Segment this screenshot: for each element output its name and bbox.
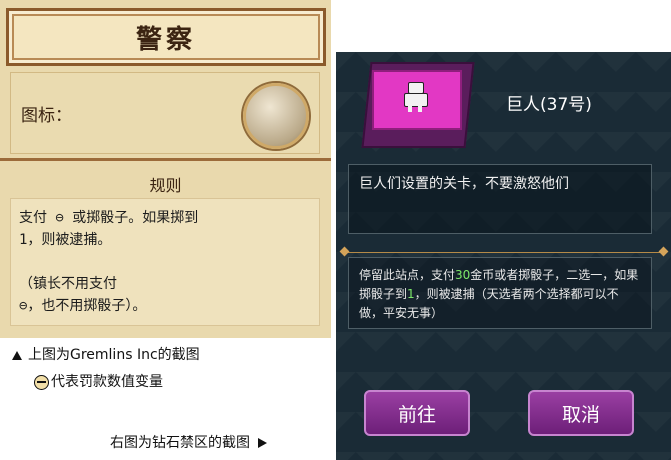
dice-value: 1 <box>407 287 415 301</box>
gremlins-inc-card: 警察 图标： 规则 支付 ⊖ 或掷骰子。如果掷到 1，则被逮捕。 （镇长不用支付… <box>0 0 331 338</box>
dialog-title: 巨人(37号) <box>506 95 592 115</box>
triangle-right-icon <box>258 438 267 448</box>
icon-row: 图标： <box>10 72 320 154</box>
dialog-body: 停留此站点，支付30金币或者掷骰子，二选一，如果掷骰子到1，则被逮捕（天选者两个… <box>348 257 652 329</box>
rules-title: 规则 <box>149 176 182 195</box>
diamond-right-icon <box>658 246 669 257</box>
card-title: 警察 <box>135 24 196 55</box>
rules-text: 支付 ⊖ 或掷骰子。如果掷到 1，则被逮捕。 （镇长不用支付 ⊖，也不用掷骰子）… <box>10 198 320 326</box>
fine-icon <box>34 374 49 390</box>
caption-fine: 代表罚款数值变量 <box>34 371 163 391</box>
caption-top: 上图为Gremlins Inc的截图 <box>12 344 200 364</box>
amount-value: 30 <box>455 268 471 282</box>
divider-line <box>344 252 664 253</box>
caption-right: 右图为钻石禁区的截图 <box>110 432 267 452</box>
cancel-button[interactable]: 取消 <box>528 390 634 436</box>
diamond-zone-dialog: 巨人(37号) 巨人们设置的关卡，不要激怒他们 停留此站点，支付30金币或者掷骰… <box>336 52 671 460</box>
police-helmet-medal-icon <box>243 83 309 149</box>
diamond-left-icon <box>339 246 350 257</box>
robot-icon <box>400 82 430 112</box>
divider <box>0 158 331 161</box>
card-title-frame: 警察 <box>6 8 326 66</box>
go-button[interactable]: 前往 <box>364 390 470 436</box>
icon-label: 图标： <box>21 106 72 126</box>
triangle-up-icon <box>12 350 22 360</box>
dialog-quote: 巨人们设置的关卡，不要激怒他们 <box>348 164 652 234</box>
